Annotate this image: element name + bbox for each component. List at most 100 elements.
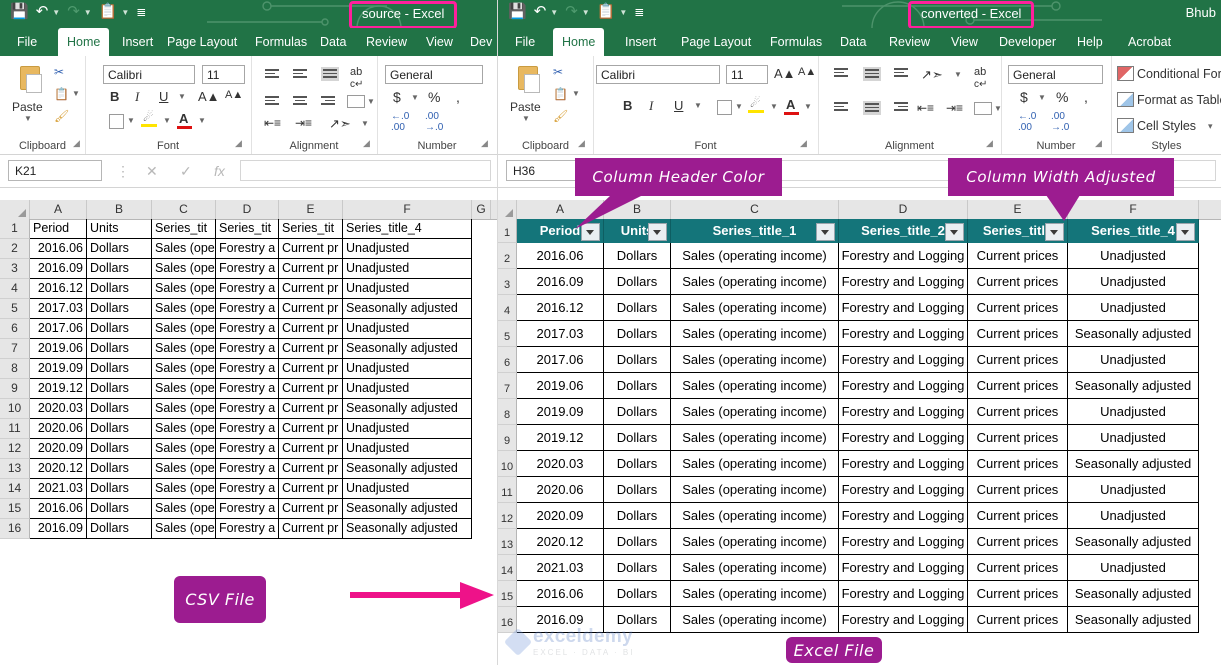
cell[interactable]: Sales (operating income) (671, 581, 839, 607)
cell[interactable]: Seasonally adjusted (1068, 451, 1199, 477)
cell[interactable]: Forestry a (216, 299, 279, 319)
cell[interactable]: Forestry a (216, 479, 279, 499)
cell[interactable]: Sales (ope (152, 299, 216, 319)
alignment-dialog-launcher-icon[interactable]: ◢ (986, 138, 993, 149)
cell[interactable]: Unadjusted (1068, 295, 1199, 321)
select-all-corner[interactable] (0, 200, 30, 219)
underline-chevron-down-icon[interactable]: ▼ (178, 92, 186, 101)
cell[interactable]: Current pr (279, 299, 343, 319)
cell[interactable]: 2020.09 (30, 439, 87, 459)
cell[interactable]: Dollars (87, 299, 152, 319)
cut-icon[interactable]: ✂ (553, 65, 563, 79)
right-spreadsheet-grid[interactable]: A B C D E F 1 Period Units Series_title_1 Series_t… (498, 200, 1221, 640)
row-header[interactable]: 1 (498, 219, 517, 243)
cell[interactable]: Sales (operating income) (671, 607, 839, 633)
increase-font-size-button[interactable]: A▲ (774, 66, 796, 81)
number-dialog-launcher-icon[interactable]: ◢ (1095, 138, 1102, 149)
cell[interactable]: Current prices (968, 373, 1068, 399)
quick-access-toolbar[interactable]: 💾 ↶ ▼ ↷ ▼ 📋 ▼ ≣ (508, 3, 644, 21)
borders-chevron-down-icon[interactable]: ▼ (735, 102, 743, 111)
filter-dropdown-icon[interactable] (945, 223, 964, 241)
cell[interactable]: Dollars (87, 279, 152, 299)
cell[interactable]: Dollars (87, 499, 152, 519)
row-header[interactable]: 13 (498, 529, 517, 555)
cell[interactable]: 2016.06 (30, 239, 87, 259)
cell[interactable]: Seasonally adjusted (343, 519, 472, 539)
cell[interactable]: Forestry a (216, 239, 279, 259)
cell[interactable]: Units (87, 219, 152, 239)
cell[interactable]: Dollars (604, 477, 671, 503)
row-header[interactable]: 4 (498, 295, 517, 321)
cell[interactable]: 2019.12 (30, 379, 87, 399)
cell[interactable]: Forestry and Logging (839, 243, 968, 269)
font-dialog-launcher-icon[interactable]: ◢ (235, 138, 242, 149)
cell[interactable]: Dollars (604, 243, 671, 269)
cell[interactable]: Unadjusted (343, 239, 472, 259)
paste-chevron-down-icon[interactable]: ▼ (619, 8, 627, 17)
font-color-chevron-down-icon[interactable]: ▼ (198, 116, 206, 125)
tab-data[interactable]: Data (311, 28, 355, 56)
number-format-select[interactable]: General (1008, 65, 1103, 84)
cell[interactable]: Dollars (604, 451, 671, 477)
tab-home[interactable]: Home (553, 28, 605, 56)
decrease-font-size-button[interactable]: A▲ (225, 89, 243, 101)
cell[interactable]: Sales (ope (152, 399, 216, 419)
cell[interactable]: Current prices (968, 295, 1068, 321)
cell[interactable]: Current prices (968, 399, 1068, 425)
row-header[interactable]: 5 (0, 299, 30, 319)
cell[interactable]: Sales (ope (152, 419, 216, 439)
font-color-button[interactable]: A (179, 111, 188, 126)
align-middle-icon[interactable] (293, 69, 307, 79)
table-header-cell[interactable]: Series_title_1 (671, 219, 839, 243)
percent-format-icon[interactable]: % (1056, 89, 1068, 105)
align-left-icon[interactable] (834, 102, 848, 112)
cell[interactable]: 2017.06 (517, 347, 604, 373)
accounting-chevron-down-icon[interactable]: ▼ (1038, 93, 1046, 102)
quick-access-toolbar[interactable]: 💾 ↶ ▼ ↷ ▼ 📋 ▼ ≣ (10, 3, 146, 21)
row-header[interactable]: 12 (0, 439, 30, 459)
tab-file[interactable]: File (8, 28, 46, 56)
cell[interactable]: 2016.06 (30, 499, 87, 519)
decrease-decimal-icon[interactable]: .00 →.0 (425, 111, 443, 133)
copy-icon[interactable]: 📋 (54, 87, 69, 101)
cell[interactable]: 2016.06 (517, 243, 604, 269)
cell[interactable]: Dollars (87, 359, 152, 379)
cell[interactable]: Current pr (279, 439, 343, 459)
column-header-e[interactable]: E (279, 200, 343, 219)
row-header[interactable]: 15 (0, 499, 30, 519)
underline-chevron-down-icon[interactable]: ▼ (694, 101, 702, 110)
cell[interactable]: Forestry a (216, 459, 279, 479)
fill-chevron-down-icon[interactable]: ▼ (770, 102, 778, 111)
undo-icon[interactable]: ↶ (36, 3, 49, 21)
copy-icon[interactable]: 📋 (553, 87, 568, 101)
row-header[interactable]: 3 (0, 259, 30, 279)
row-header[interactable]: 6 (498, 347, 517, 373)
tab-formulas[interactable]: Formulas (761, 28, 831, 56)
left-spreadsheet-grid[interactable]: A B C D E F G 1 Period Units Series_tit Series_tit S… (0, 200, 497, 540)
cell[interactable]: 2016.09 (30, 519, 87, 539)
orientation-chevron-down-icon[interactable]: ▼ (954, 70, 962, 79)
cell[interactable]: Dollars (604, 347, 671, 373)
tab-formulas[interactable]: Formulas (246, 28, 316, 56)
row-header[interactable]: 12 (498, 503, 517, 529)
font-size-input[interactable]: 11 (202, 65, 245, 84)
accept-formula-icon[interactable]: ✓ (180, 163, 192, 180)
redo-chevron-down-icon[interactable]: ▼ (84, 8, 92, 17)
cell[interactable]: Seasonally adjusted (1068, 581, 1199, 607)
accounting-format-icon[interactable]: $ (1020, 89, 1028, 105)
row-header[interactable]: 3 (498, 269, 517, 295)
row-header[interactable]: 14 (0, 479, 30, 499)
row-header[interactable]: 5 (498, 321, 517, 347)
column-header-g[interactable]: G (472, 200, 491, 219)
cell[interactable]: Period (30, 219, 87, 239)
cell[interactable]: Sales (ope (152, 339, 216, 359)
cell[interactable]: Sales (operating income) (671, 347, 839, 373)
column-header-a[interactable]: A (30, 200, 87, 219)
font-dialog-launcher-icon[interactable]: ◢ (800, 138, 807, 149)
redo-icon[interactable]: ↷ (565, 3, 578, 21)
decrease-indent-icon[interactable]: ⇤≡ (917, 101, 934, 115)
wrap-text-icon[interactable]: ab c↵ (974, 66, 987, 90)
undo-chevron-down-icon[interactable]: ▼ (550, 8, 558, 17)
cell[interactable]: 2019.12 (517, 425, 604, 451)
cell[interactable]: Sales (operating income) (671, 321, 839, 347)
